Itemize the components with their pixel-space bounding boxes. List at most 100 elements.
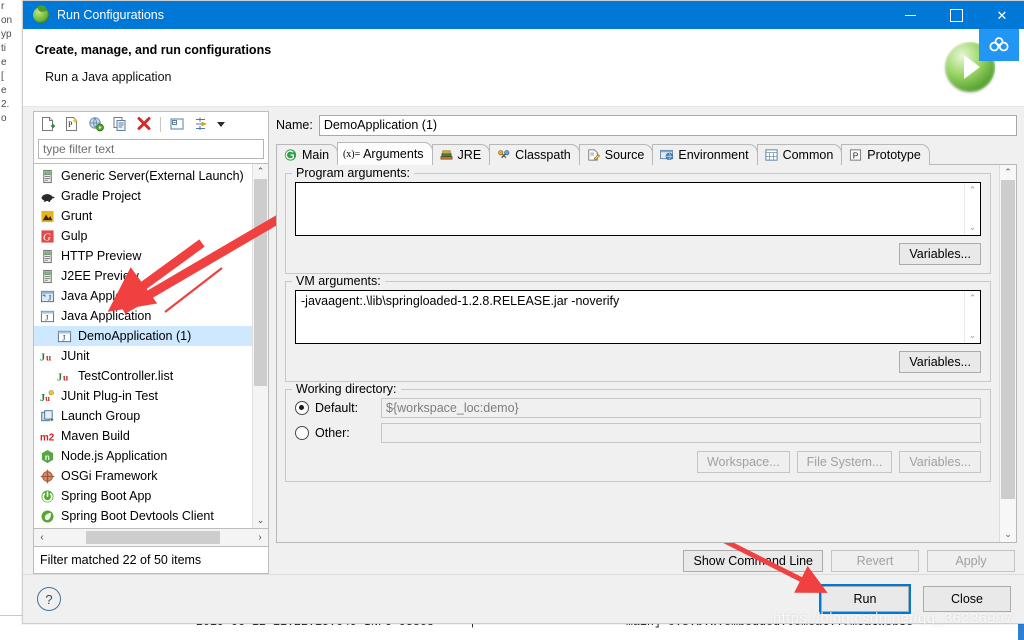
java-applet-icon: J <box>39 288 55 304</box>
delete-x-icon[interactable] <box>133 114 155 134</box>
prototype-p-icon: P <box>848 148 863 163</box>
help-button[interactable]: ? <box>37 587 61 611</box>
tab-classpath[interactable]: Classpath <box>489 144 580 165</box>
close-dialog-button[interactable]: Close <box>923 586 1011 612</box>
revert-button[interactable]: Revert <box>831 550 919 572</box>
tree-horizontal-scrollbar[interactable]: ‹ › <box>33 529 269 547</box>
filter-arrows-icon[interactable] <box>190 114 212 134</box>
working-directory-default-input[interactable] <box>381 398 981 418</box>
working-directory-default-label: Default: <box>315 401 359 415</box>
chevron-down-icon[interactable] <box>214 114 228 134</box>
server-icon <box>39 268 55 284</box>
scroll-down-icon[interactable]: ⌄ <box>1000 527 1016 542</box>
scroll-left-icon[interactable]: ‹ <box>34 532 50 543</box>
export-globe-icon[interactable] <box>85 114 107 134</box>
junit-plugin-icon: Ju <box>39 388 55 404</box>
tree-item-label: HTTP Preview <box>61 249 142 263</box>
workspace-button[interactable]: Workspace... <box>696 451 790 473</box>
background-strip-line: e <box>1 85 7 96</box>
apply-button[interactable]: Apply <box>927 550 1015 572</box>
scroll-thumb[interactable] <box>1001 180 1015 500</box>
tree-item-http-preview[interactable]: HTTP Preview <box>34 246 252 266</box>
tree-item-junit[interactable]: Ju JUnit <box>34 346 252 366</box>
tree-item-java-applet[interactable]: J Java Applet <box>34 286 252 306</box>
tree-item-launch-group[interactable]: Launch Group <box>34 406 252 426</box>
scroll-track[interactable] <box>1001 180 1015 527</box>
hscroll-thumb[interactable] <box>86 531 220 544</box>
vm-arguments-field[interactable]: -javaagent:.\lib\springloaded-1.2.8.RELE… <box>295 290 981 344</box>
tree-item-maven-build[interactable]: m2 Maven Build <box>34 426 252 446</box>
run-button[interactable]: Run <box>819 584 911 614</box>
svg-text:P: P <box>68 120 73 129</box>
working-directory-default-radio[interactable] <box>295 401 309 415</box>
duplicate-icon[interactable] <box>109 114 131 134</box>
tree-item-node-js-application[interactable]: n Node.js Application <box>34 446 252 466</box>
tab-source[interactable]: Source <box>578 144 654 165</box>
working-directory-variables-button[interactable]: Variables... <box>899 451 981 473</box>
background-strip-line: o <box>1 113 7 124</box>
vm-arguments-variables-button[interactable]: Variables... <box>899 351 981 373</box>
tree-item-j2ee-preview[interactable]: J2EE Preview <box>34 266 252 286</box>
tree-item-java-application[interactable]: J Java Application <box>34 306 252 326</box>
name-input[interactable] <box>318 114 1017 136</box>
tab-main[interactable]: Main <box>276 144 339 165</box>
background-strip-line: r <box>1 1 5 12</box>
vm-arguments-text[interactable]: -javaagent:.\lib\springloaded-1.2.8.RELE… <box>296 291 964 343</box>
svg-text:P: P <box>853 150 859 160</box>
program-arguments-field[interactable]: ⌃ ⌄ <box>295 182 981 236</box>
configurations-tree[interactable]: Generic Server(External Launch) Gradle Pr… <box>34 164 252 528</box>
tab-environment[interactable]: Environment <box>652 144 758 165</box>
tree-vertical-scrollbar[interactable]: ⌃ ⌄ <box>252 164 268 528</box>
hscroll-track[interactable] <box>50 531 252 544</box>
scroll-up-icon[interactable]: ⌃ <box>253 164 268 179</box>
scroll-track[interactable] <box>254 179 267 513</box>
show-command-line-button[interactable]: Show Command Line <box>683 550 823 572</box>
minimize-button[interactable] <box>887 1 933 29</box>
working-directory-other-radio[interactable] <box>295 426 309 440</box>
tab-jre[interactable]: JRE <box>431 144 491 165</box>
tree-item-demoapplication-1[interactable]: J DemoApplication (1) <box>34 326 252 346</box>
scroll-down-icon[interactable]: ⌄ <box>969 222 977 233</box>
tree-item-spring-boot-devtools-client[interactable]: Spring Boot Devtools Client <box>34 506 252 526</box>
tab-label: JRE <box>457 148 482 162</box>
new-prototype-icon[interactable]: P <box>61 114 83 134</box>
scroll-up-icon[interactable]: ⌃ <box>969 185 977 196</box>
scroll-down-icon[interactable]: ⌄ <box>969 330 977 341</box>
tab-content-scrollbar[interactable]: ⌃ ⌄ <box>999 165 1016 542</box>
watermark-text: https://blog.csdn.net/qq_36226997 <box>773 610 1014 627</box>
tab-label: Environment <box>678 148 749 162</box>
configurations-toolbar: P <box>33 111 269 136</box>
tree-item-testcontroller-list[interactable]: Ju TestController.list <box>34 366 252 386</box>
program-arguments-text[interactable] <box>296 183 964 235</box>
tree-item-gulp[interactable]: G Gulp <box>34 226 252 246</box>
program-arguments-variables-button[interactable]: Variables... <box>899 243 981 265</box>
maximize-button[interactable] <box>933 1 979 29</box>
tab-label: Main <box>302 148 330 162</box>
file-system-button[interactable]: File System... <box>796 451 893 473</box>
tree-item-label: Generic Server(External Launch) <box>61 169 244 183</box>
collapse-all-icon[interactable] <box>166 114 188 134</box>
scroll-up-icon[interactable]: ⌃ <box>1000 165 1016 180</box>
tree-item-gradle-project[interactable]: Gradle Project <box>34 186 252 206</box>
tab-arguments[interactable]: (x)= Arguments <box>337 142 433 165</box>
tree-item-grunt[interactable]: Grunt <box>34 206 252 226</box>
tree-item-osgi-framework[interactable]: OSGi Framework <box>34 466 252 486</box>
tree-item-spring-boot-app[interactable]: Spring Boot App <box>34 486 252 506</box>
grunt-icon <box>39 208 55 224</box>
dialog-titlebar: Run Configurations ✕ <box>23 1 1024 29</box>
close-button[interactable]: ✕ <box>979 1 1024 29</box>
tab-common[interactable]: Common <box>756 144 843 165</box>
scroll-up-icon[interactable]: ⌃ <box>969 293 977 304</box>
working-directory-other-input[interactable] <box>381 423 981 443</box>
tree-item-generic-server-external-launch[interactable]: Generic Server(External Launch) <box>34 166 252 186</box>
program-arguments-scrollbar[interactable]: ⌃ ⌄ <box>964 183 980 235</box>
tab-prototype[interactable]: P Prototype <box>841 144 930 165</box>
tree-item-junit-plug-in-test[interactable]: Ju JUnit Plug-in Test <box>34 386 252 406</box>
scroll-thumb[interactable] <box>254 179 267 387</box>
filter-input[interactable] <box>38 139 264 159</box>
scroll-right-icon[interactable]: › <box>252 532 268 543</box>
new-file-icon[interactable] <box>37 114 59 134</box>
gulp-icon: G <box>39 228 55 244</box>
vm-arguments-scrollbar[interactable]: ⌃ ⌄ <box>964 291 980 343</box>
scroll-down-icon[interactable]: ⌄ <box>253 513 268 528</box>
